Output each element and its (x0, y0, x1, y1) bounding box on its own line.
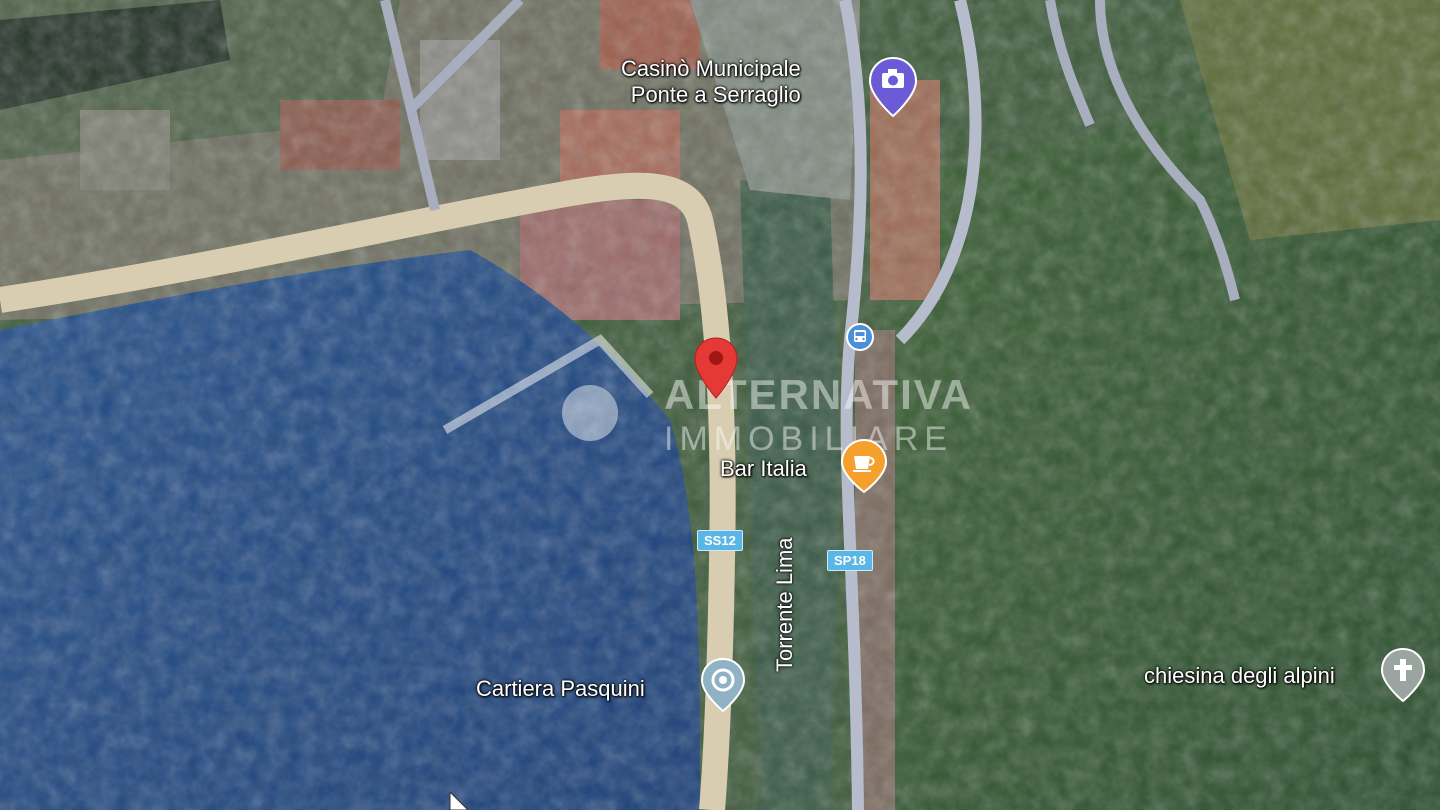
bus-icon[interactable] (845, 322, 875, 352)
river-label: Torrente Lima (772, 537, 797, 672)
poi-chiesina-label[interactable]: chiesina degli alpini (1144, 663, 1335, 689)
location-pin-icon[interactable] (692, 336, 740, 400)
cross-icon[interactable] (1380, 647, 1426, 703)
road-shield-ss12: SS12 (697, 530, 743, 551)
poi-casino-label[interactable]: Casinò Municipale Ponte a Serraglio (621, 56, 801, 108)
poi-cartiera-label[interactable]: Cartiera Pasquini (476, 676, 645, 702)
coffee-cup-icon[interactable] (840, 438, 888, 494)
watermark-logo (442, 334, 654, 441)
camera-icon[interactable] (868, 56, 918, 118)
poi-casino-name-line1: Casinò Municipale (621, 56, 801, 81)
map-canvas[interactable]: ALTERNATIVA IMMOBILIARE Casinò Municipal… (0, 0, 1440, 810)
location-dot-icon[interactable] (700, 657, 746, 713)
poi-bar-label[interactable]: Bar Italia (720, 456, 807, 482)
cursor-arrow-icon (449, 792, 469, 810)
river-label-wrap: Torrente Lima (768, 537, 798, 810)
poi-casino-name-line2: Ponte a Serraglio (630, 82, 801, 107)
watermark-line2: IMMOBILIARE (664, 420, 953, 458)
road-shield-sp18: SP18 (827, 550, 873, 571)
